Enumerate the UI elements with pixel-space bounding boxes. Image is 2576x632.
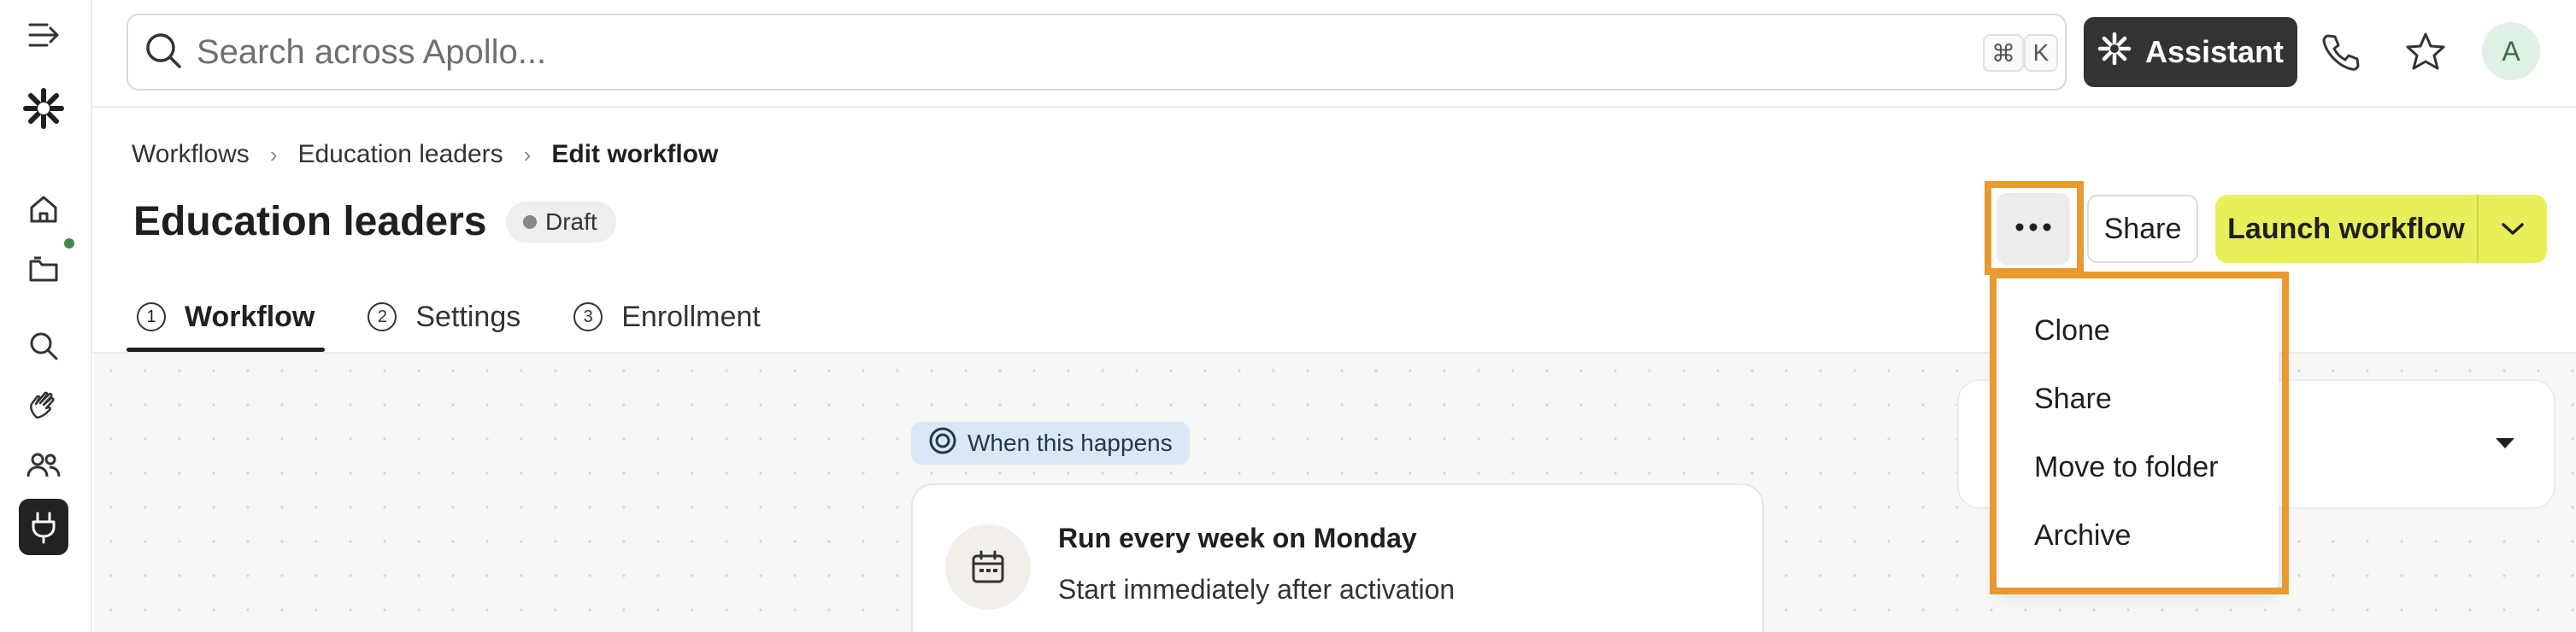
tab-label: Enrollment <box>621 300 761 333</box>
search-placeholder: Search across Apollo... <box>197 32 547 71</box>
calendar-icon <box>945 524 1031 610</box>
notification-dot <box>62 236 77 251</box>
chevron-right-icon: › <box>269 141 278 167</box>
phone-icon[interactable] <box>2314 26 2366 77</box>
tab-number: 3 <box>573 302 603 331</box>
assistant-label: Assistant <box>2144 34 2285 69</box>
target-icon <box>928 426 957 461</box>
breadcrumb: Workflows › Education leaders › Edit wor… <box>132 140 718 169</box>
trigger-card[interactable]: Run every week on Monday Start immediate… <box>911 483 1764 632</box>
star-icon[interactable] <box>2400 26 2451 77</box>
card-subtitle: Start immediately after activation <box>1058 574 1456 605</box>
launch-workflow-label[interactable]: Launch workflow <box>2215 195 2479 263</box>
shortcut-key-cmd: ⌘ <box>1983 34 2024 72</box>
chevron-right-icon: › <box>523 141 532 167</box>
highlight-box-more-button <box>1985 181 2084 275</box>
assistant-button[interactable]: Assistant <box>2084 17 2297 87</box>
hand-wave-icon[interactable] <box>19 381 68 430</box>
chevron-down-icon[interactable] <box>2479 195 2547 263</box>
share-button[interactable]: Share <box>2087 195 2198 263</box>
home-icon[interactable] <box>19 184 68 234</box>
page-title: Education leaders <box>133 199 487 244</box>
launch-workflow-button: Launch workflow <box>2215 195 2547 263</box>
people-icon[interactable] <box>19 441 68 490</box>
tab-workflow[interactable]: 1 Workflow <box>126 282 326 352</box>
tab-label: Workflow <box>185 300 315 333</box>
search-icon <box>144 31 183 74</box>
tab-number: 1 <box>137 302 166 331</box>
plug-icon[interactable] <box>19 499 68 555</box>
avatar[interactable]: A <box>2482 22 2540 80</box>
top-bar: Search across Apollo... ⌘ K Assistant A <box>92 0 2576 108</box>
trigger-chip: When this happens <box>911 422 1190 465</box>
expand-sidebar-icon[interactable] <box>19 10 68 60</box>
breadcrumb-current: Edit workflow <box>551 140 719 168</box>
folder-icon[interactable] <box>19 244 68 294</box>
sparkle-icon <box>2097 32 2132 73</box>
tab-number: 2 <box>368 302 397 331</box>
caret-down-icon[interactable] <box>2494 436 2516 455</box>
tab-label: Settings <box>415 300 521 333</box>
tab-enrollment[interactable]: 3 Enrollment <box>563 282 771 352</box>
tab-settings[interactable]: 2 Settings <box>357 282 531 352</box>
search-icon[interactable] <box>19 321 68 371</box>
breadcrumb-workflows[interactable]: Workflows <box>132 140 250 169</box>
left-rail <box>0 0 92 632</box>
workflow-tabs: 1 Workflow 2 Settings 3 Enrollment <box>126 282 803 352</box>
search-input[interactable]: Search across Apollo... ⌘ K <box>126 14 2067 91</box>
trigger-label: When this happens <box>967 430 1173 456</box>
status-badge: Draft <box>506 202 616 243</box>
shortcut-key-k: K <box>2024 34 2058 72</box>
apollo-logo-icon[interactable] <box>19 84 68 133</box>
card-title: Run every week on Monday <box>1058 523 1417 553</box>
highlight-box-menu <box>1990 272 2289 594</box>
breadcrumb-education-leaders[interactable]: Education leaders <box>297 140 503 169</box>
